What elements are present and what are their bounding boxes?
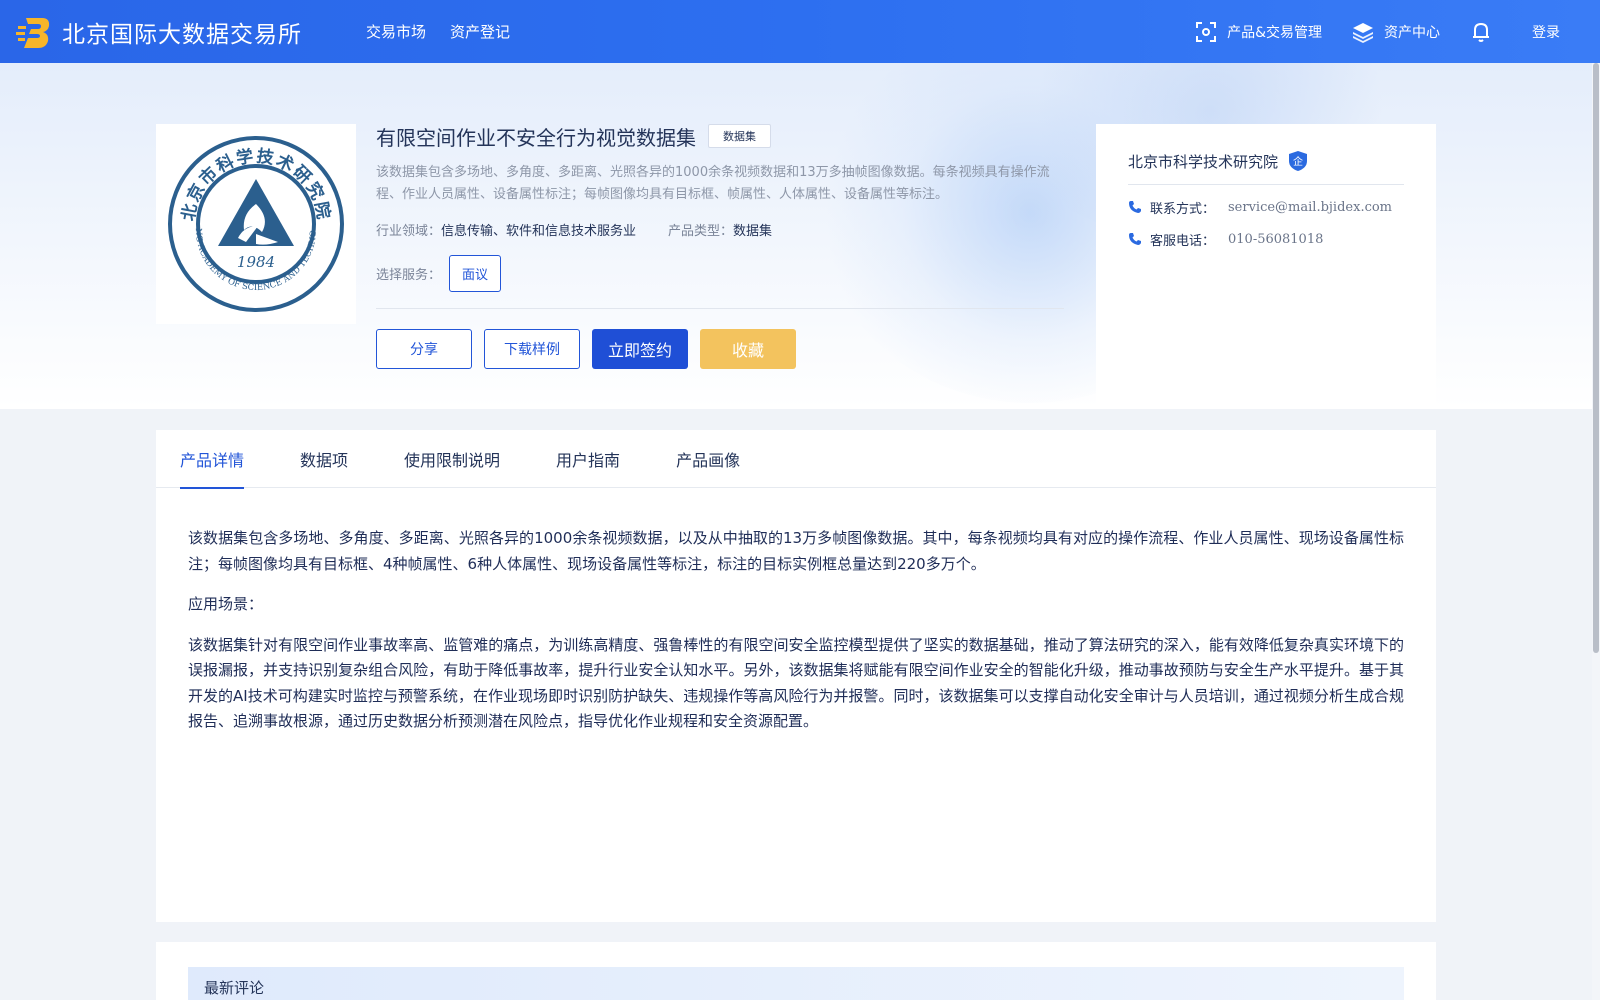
product-type-label: 产品类型： [668, 224, 734, 239]
notification-button[interactable] [1470, 21, 1502, 43]
tab-product-details[interactable]: 产品详情 [180, 430, 245, 489]
detail-paragraph: 该数据集针对有限空间作业事故率高、监管难的痛点，为训练高精度、强鲁棒性的有限空间… [188, 635, 1404, 731]
scan-icon [1196, 21, 1217, 42]
product-title: 有限空间作业不安全行为视觉数据集 [376, 125, 696, 150]
service-phone[interactable]: 010-56081018 [1228, 232, 1323, 247]
product-info: 有限空间作业不安全行为视觉数据集 数据集 该数据集包含多场地、多角度、多距离、光… [376, 122, 1064, 369]
industry-label: 行业领域： [376, 224, 442, 239]
detail-paragraph: 该数据集包含多场地、多角度、多距离、光照各异的1000余条视频数据，以及从中抽取… [188, 529, 1404, 573]
contact-email[interactable]: service@mail.bjidex.com [1228, 200, 1392, 215]
product-type-value: 数据集 [733, 224, 773, 239]
comments-panel: 最新评论 [156, 942, 1436, 1000]
enterprise-badge-text: 企 [1293, 155, 1303, 168]
detail-content: 该数据集包含多场地、多角度、多距离、光照各异的1000余条视频数据，以及从中抽取… [156, 488, 1436, 735]
login-label: 登录 [1532, 24, 1560, 41]
detail-heading: 应用场景： [188, 595, 264, 613]
brand-logo-icon [16, 17, 50, 48]
tab-user-guide[interactable]: 用户指南 [556, 430, 620, 488]
layers-icon [1353, 22, 1373, 43]
login-link[interactable]: 登录 [1532, 22, 1560, 42]
divider [376, 308, 1064, 309]
tab-data-items[interactable]: 数据项 [300, 430, 348, 488]
product-description: 该数据集包含多场地、多角度、多距离、光照各异的1000余条视频数据和13万多抽帧… [376, 165, 1050, 202]
scrollbar-thumb[interactable] [1593, 63, 1599, 653]
top-nav-bar: 北京国际大数据交易所 交易市场 资产登记 产品&交易管理 资产中心 登录 [0, 0, 1600, 63]
product-trade-management-label: 产品&交易管理 [1227, 24, 1322, 41]
industry-value: 信息传输、软件和信息技术服务业 [441, 224, 637, 239]
product-type-tag: 数据集 [708, 124, 771, 148]
phone-icon [1129, 201, 1141, 213]
brand-title: 北京国际大数据交易所 [62, 21, 302, 48]
provider-logo-card: 北京市科学技术研究院 BEIJING ACADEMY OF SCIENCE AN… [156, 124, 356, 324]
bell-icon [1473, 22, 1489, 42]
nav-link-market[interactable]: 交易市场 [366, 21, 426, 42]
tab-product-profile[interactable]: 产品画像 [676, 430, 740, 488]
emblem-year: 1984 [237, 253, 275, 271]
enterprise-verified-icon: 企 [1289, 151, 1308, 171]
contact-label: 联系方式： [1150, 201, 1216, 217]
asset-center-link[interactable]: 资产中心 [1352, 21, 1440, 43]
contact-phone-row: 客服电话： 010-56081018 [1128, 229, 1404, 249]
comments-header: 最新评论 [188, 967, 1404, 1000]
brand[interactable]: 北京国际大数据交易所 [16, 14, 302, 50]
product-detail-panel: 产品详情 数据项 使用限制说明 用户指南 产品画像 该数据集包含多场地、多角度、… [156, 430, 1436, 922]
contact-email-row: 联系方式： service@mail.bjidex.com [1128, 197, 1404, 217]
share-button[interactable]: 分享 [376, 329, 472, 369]
provider-emblem: 北京市科学技术研究院 BEIJING ACADEMY OF SCIENCE AN… [166, 134, 344, 312]
service-label: 选择服务： [376, 268, 442, 283]
detail-tabs: 产品详情 数据项 使用限制说明 用户指南 产品画像 [156, 430, 1436, 489]
provider-card: 北京市科学技术研究院 企 联系方式： service@mail.bjidex.c… [1096, 124, 1436, 409]
phone-icon [1129, 233, 1141, 245]
provider-name[interactable]: 北京市科学技术研究院 [1128, 151, 1278, 172]
product-trade-management-link[interactable]: 产品&交易管理 [1195, 21, 1322, 43]
download-sample-button[interactable]: 下载样例 [484, 329, 580, 369]
favorite-button[interactable]: 收藏 [700, 329, 796, 369]
tab-usage-restrictions[interactable]: 使用限制说明 [404, 430, 500, 488]
nav-link-asset-registration[interactable]: 资产登记 [450, 21, 510, 42]
page-scrollbar[interactable] [1592, 63, 1600, 1000]
service-option-negotiable[interactable]: 面议 [449, 255, 502, 292]
asset-center-label: 资产中心 [1384, 24, 1440, 41]
phone-label: 客服电话： [1150, 233, 1216, 249]
divider [1128, 184, 1404, 185]
sign-now-button[interactable]: 立即签约 [592, 329, 688, 369]
